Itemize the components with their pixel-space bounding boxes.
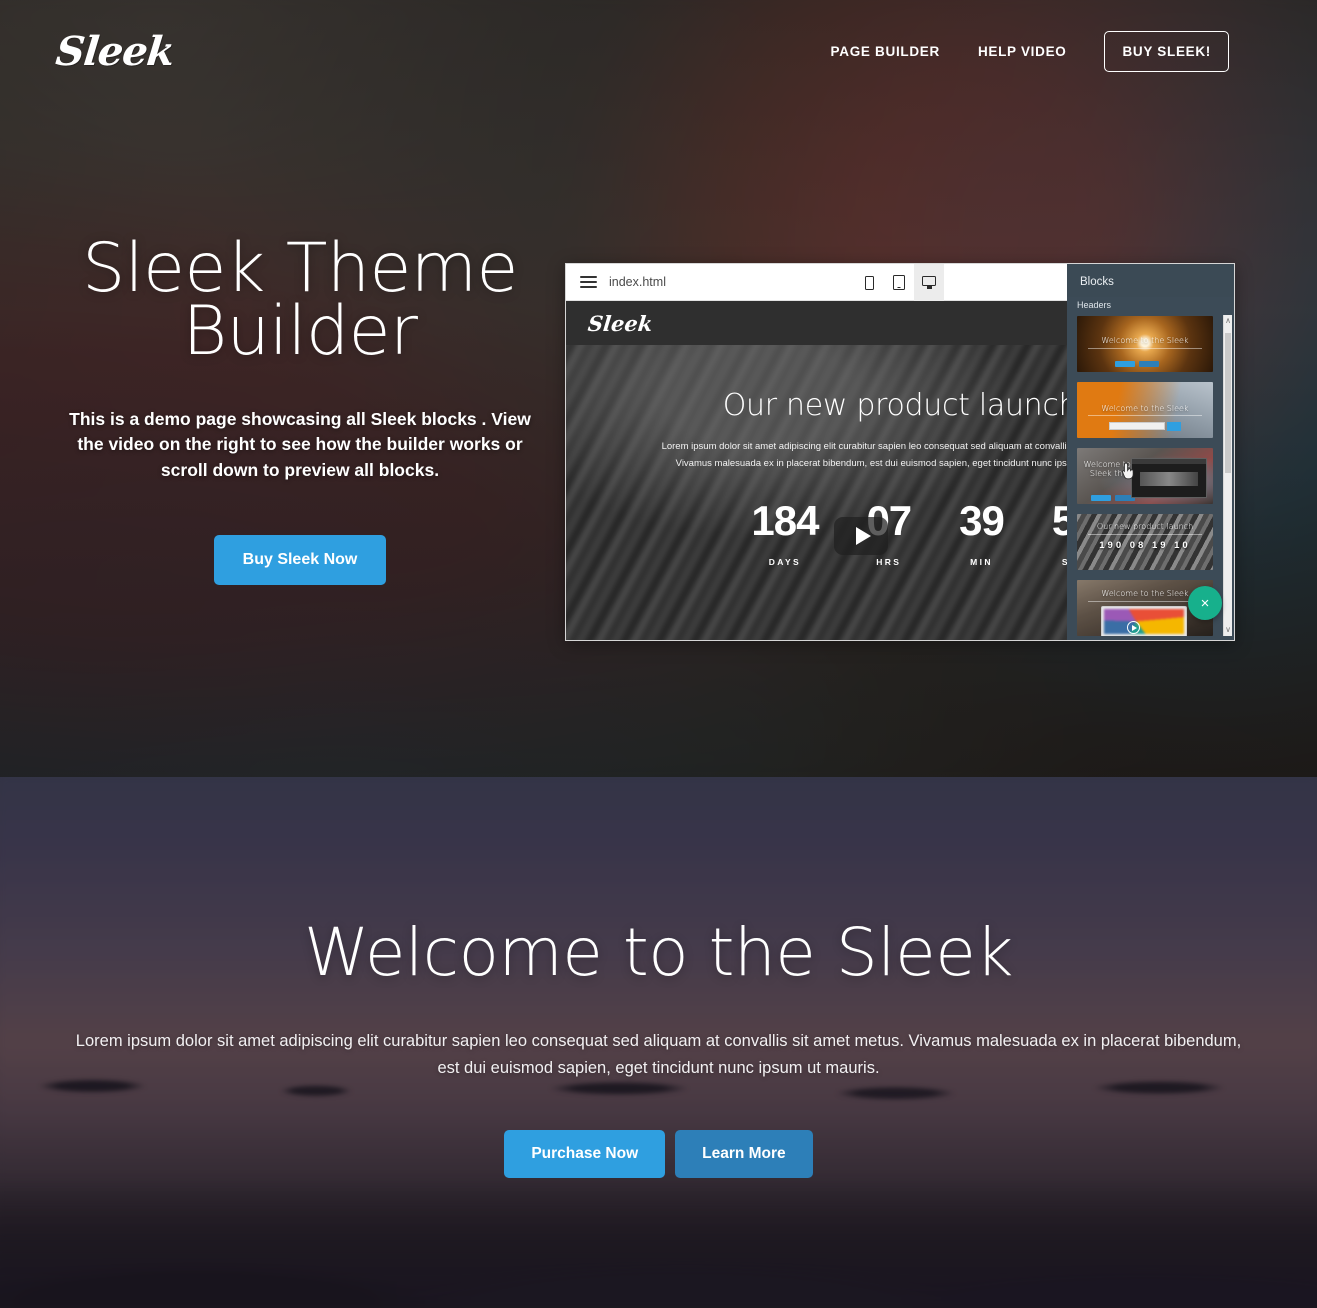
buy-sleek-nav-button[interactable]: BUY SLEEK! <box>1104 30 1229 72</box>
hero-title-line-2: Builder <box>182 291 418 371</box>
scrollbar-thumb[interactable] <box>1225 333 1231 473</box>
thumbnail-inner-window <box>1131 458 1207 498</box>
cursor-icon <box>1122 462 1134 480</box>
block-thumbnail[interactable]: Welcome to the Sleek <box>1077 382 1213 438</box>
desktop-icon[interactable] <box>914 264 944 301</box>
hamburger-icon[interactable] <box>580 276 597 288</box>
mobile-icon[interactable] <box>854 264 884 301</box>
scroll-up-arrow[interactable]: ∧ <box>1224 315 1232 327</box>
thumbnail-caption: Welcome to the Sleek <box>1101 336 1189 345</box>
mockup-filename: index.html <box>609 275 666 289</box>
countdown-value: 39 <box>959 497 1005 545</box>
blocks-category-headers: Headers <box>1077 300 1112 310</box>
close-icon[interactable]: × <box>1188 586 1222 620</box>
learn-more-button[interactable]: Learn More <box>675 1130 813 1179</box>
welcome-section: Welcome to the Sleek Lorem ipsum dolor s… <box>0 777 1317 1308</box>
countdown-label: MIN <box>970 557 993 568</box>
thumbnail-play-icon <box>1127 621 1140 634</box>
thumbnail-laptop <box>1101 606 1187 636</box>
nav-link-page-builder[interactable]: PAGE BUILDER <box>831 44 940 59</box>
nav-link-help-video[interactable]: HELP VIDEO <box>978 44 1067 59</box>
countdown-unit: 184 DAYS <box>751 497 819 568</box>
block-thumbnail[interactable]: Our new product launch 190 08 19 10 <box>1077 514 1213 570</box>
navbar-links: PAGE BUILDER HELP VIDEO BUY SLEEK! <box>831 30 1229 72</box>
blocks-scrollbar[interactable]: ∧ ∨ <box>1223 315 1232 636</box>
brand-logo[interactable]: Sleek <box>54 28 177 75</box>
scroll-down-arrow[interactable]: ∨ <box>1224 624 1232 636</box>
mockup-brand-logo: Sleek <box>586 310 654 336</box>
welcome-title: Welcome to the Sleek <box>303 914 1014 991</box>
tablet-icon[interactable] <box>884 264 914 301</box>
hero-content: Sleek Theme Builder This is a demo page … <box>40 235 560 586</box>
blocks-panel: Blocks Headers Welcome to the Sleek Welc… <box>1067 264 1234 640</box>
welcome-content: Welcome to the Sleek Lorem ipsum dolor s… <box>0 777 1317 1179</box>
thumbnail-caption: Welcome to the Sleek <box>1101 404 1189 413</box>
welcome-paragraph: Lorem ipsum dolor sit amet adipiscing el… <box>75 1032 1242 1077</box>
block-thumbnail[interactable]: Welcome to the Sleek theme <box>1077 448 1213 504</box>
device-switcher <box>854 264 944 301</box>
block-thumbnail[interactable]: Welcome to the Sleek <box>1077 316 1213 372</box>
hero-title: Sleek Theme Builder <box>40 235 560 366</box>
play-icon[interactable] <box>834 517 888 555</box>
countdown-label: DAYS <box>768 557 802 568</box>
countdown-label: HRS <box>876 557 902 568</box>
thumbnail-caption: Our new product launch <box>1096 522 1194 531</box>
thumbnail-countdown: 190 08 19 10 <box>1099 540 1191 551</box>
main-navbar: Sleek PAGE BUILDER HELP VIDEO BUY SLEEK! <box>0 0 1317 102</box>
countdown-value: 184 <box>751 497 819 545</box>
purchase-now-button[interactable]: Purchase Now <box>504 1130 666 1179</box>
buy-sleek-now-button[interactable]: Buy Sleek Now <box>213 535 387 586</box>
countdown-unit: 39 MIN <box>959 497 1005 568</box>
blocks-panel-title: Blocks <box>1080 276 1114 288</box>
landing-page: Sleek PAGE BUILDER HELP VIDEO BUY SLEEK!… <box>0 0 1317 1308</box>
hero-section: Sleek PAGE BUILDER HELP VIDEO BUY SLEEK!… <box>0 0 1317 777</box>
hero-subtitle: This is a demo page showcasing all Sleek… <box>69 409 531 480</box>
welcome-buttons: Purchase Now Learn More <box>0 1130 1317 1179</box>
builder-screenshot-mockup: index.html Sleek H Our new product launc… <box>565 263 1235 641</box>
